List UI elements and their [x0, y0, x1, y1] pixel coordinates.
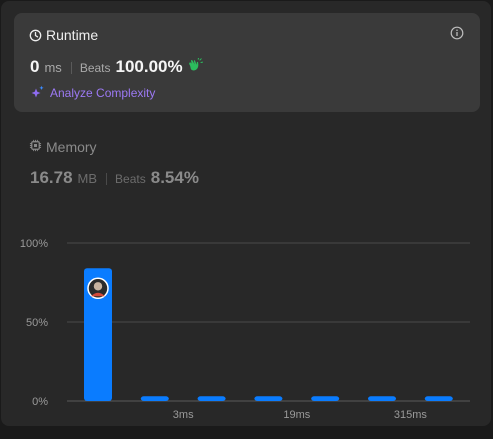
bar[interactable]: [424, 396, 453, 401]
x-tick-label: 19ms: [283, 409, 310, 421]
bar[interactable]: [368, 396, 396, 401]
runtime-distribution-chart: 0% 50% 100% 3ms 19ms 315ms: [20, 238, 470, 421]
avatar-face: [93, 282, 103, 291]
y-tick-label: 0%: [32, 396, 48, 408]
bar[interactable]: [254, 396, 283, 401]
submission-result-panel: Runtime 0 ms Beats 100.00% Analyze Compl…: [1, 1, 491, 426]
y-tick-label: 50%: [26, 317, 48, 329]
x-tick-label: 315ms: [394, 409, 428, 421]
bar[interactable]: [197, 396, 226, 401]
x-tick-label: 3ms: [173, 409, 194, 421]
y-tick-label: 100%: [20, 238, 48, 250]
bar[interactable]: [140, 396, 169, 401]
bar[interactable]: [311, 396, 340, 401]
